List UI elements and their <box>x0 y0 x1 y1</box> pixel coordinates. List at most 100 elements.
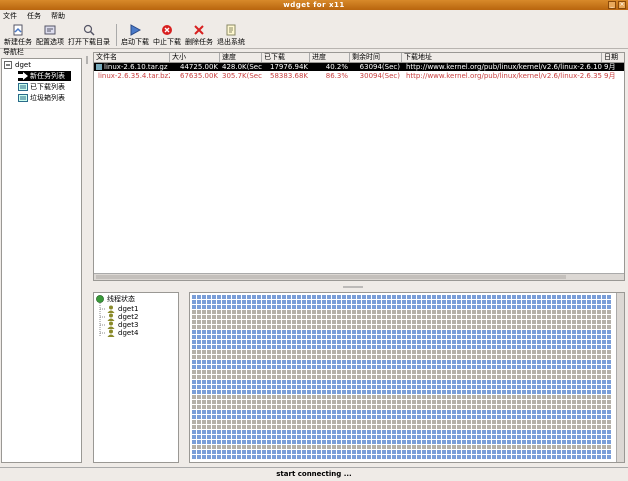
exit-button[interactable]: 退出系统 <box>217 22 245 48</box>
block-cell <box>477 375 481 379</box>
block-cell <box>527 380 531 384</box>
start-download-button[interactable]: 启动下载 <box>121 22 149 48</box>
block-cell <box>482 440 486 444</box>
block-cell <box>347 420 351 424</box>
block-cell <box>517 425 521 429</box>
block-cell <box>287 330 291 334</box>
block-cell <box>307 400 311 404</box>
nav-item-downloaded[interactable]: 已下载列表 <box>18 82 65 92</box>
block-cell <box>477 420 481 424</box>
block-cell <box>227 425 231 429</box>
block-cell <box>372 410 376 414</box>
block-cell <box>287 455 291 459</box>
block-cell <box>237 415 241 419</box>
menu-help[interactable]: 帮助 <box>51 11 65 21</box>
col-date[interactable]: 日期 <box>602 53 624 62</box>
block-cell <box>552 410 556 414</box>
expand-icon[interactable] <box>3 61 13 69</box>
grid-vscrollbar[interactable] <box>616 293 624 462</box>
block-cell <box>502 395 506 399</box>
stop-download-button[interactable]: 中止下载 <box>153 22 181 48</box>
block-cell <box>527 325 531 329</box>
block-cell <box>337 295 341 299</box>
block-cell <box>237 330 241 334</box>
thread-root[interactable]: 线程状态 <box>95 294 135 304</box>
block-cell <box>437 455 441 459</box>
block-cell <box>212 320 216 324</box>
block-cell <box>412 415 416 419</box>
block-cell <box>287 435 291 439</box>
block-cell <box>207 355 211 359</box>
block-cell <box>432 305 436 309</box>
menu-task[interactable]: 任务 <box>27 11 41 21</box>
block-cell <box>532 360 536 364</box>
block-cell <box>372 315 376 319</box>
block-cell <box>552 325 556 329</box>
block-cell <box>287 335 291 339</box>
block-cell <box>592 400 596 404</box>
block-cell <box>472 390 476 394</box>
vertical-splitter[interactable] <box>84 48 90 463</box>
block-cell <box>547 310 551 314</box>
block-cell <box>482 300 486 304</box>
block-cell <box>387 355 391 359</box>
block-cell <box>502 365 506 369</box>
block-cell <box>417 300 421 304</box>
horizontal-splitter[interactable] <box>93 283 625 291</box>
block-cell <box>552 395 556 399</box>
block-cell <box>382 395 386 399</box>
block-cell <box>582 390 586 394</box>
block-cell <box>277 450 281 454</box>
block-cell <box>547 335 551 339</box>
col-remaining[interactable]: 剩余时间 <box>350 53 402 62</box>
menu-file[interactable]: 文件 <box>3 11 17 21</box>
table-hscrollbar[interactable] <box>94 273 624 280</box>
block-cell <box>422 450 426 454</box>
new-task-button[interactable]: 新建任务 <box>4 22 32 48</box>
nav-item-trash[interactable]: 垃圾箱列表 <box>18 93 65 103</box>
block-cell <box>332 295 336 299</box>
block-cell <box>437 440 441 444</box>
col-downloaded[interactable]: 已下载 <box>262 53 310 62</box>
block-cell <box>527 295 531 299</box>
block-cell <box>307 405 311 409</box>
block-cell <box>417 355 421 359</box>
block-cell <box>227 395 231 399</box>
nav-item-new-tasks[interactable]: 新任务列表 <box>18 71 71 81</box>
col-size[interactable]: 大小 <box>170 53 220 62</box>
block-cell <box>347 450 351 454</box>
col-url[interactable]: 下载地址 <box>402 53 602 62</box>
minimize-button[interactable]: _ <box>608 1 616 9</box>
col-progress[interactable]: 进度 <box>310 53 350 62</box>
table-row[interactable]: linux-2.6.10.tar.gz 44725.00K 428.0K(Sec… <box>94 63 624 71</box>
col-speed[interactable]: 速度 <box>220 53 262 62</box>
block-cell <box>437 305 441 309</box>
block-cell <box>207 295 211 299</box>
thread-item[interactable]: dget4 <box>106 328 138 338</box>
block-cell <box>357 375 361 379</box>
block-cell <box>497 305 501 309</box>
block-cell <box>597 380 601 384</box>
cell-date: 9月 <box>604 63 616 71</box>
nav-root[interactable]: dget <box>3 60 31 70</box>
block-cell <box>282 395 286 399</box>
open-folder-button[interactable]: 打开下载目录 <box>68 22 110 48</box>
delete-task-button[interactable]: 删除任务 <box>185 22 213 48</box>
block-cell <box>277 385 281 389</box>
block-cell <box>322 320 326 324</box>
config-button[interactable]: 配置选项 <box>36 22 64 48</box>
scrollbar-thumb[interactable] <box>96 275 566 279</box>
block-cell <box>402 380 406 384</box>
table-row[interactable]: linux-2.6.35.4.tar.bz2 67635.00K 305.7K(… <box>94 72 624 80</box>
block-cell <box>512 435 516 439</box>
block-cell <box>572 430 576 434</box>
block-cell <box>202 425 206 429</box>
col-filename[interactable]: 文件名 <box>94 53 170 62</box>
block-cell <box>487 385 491 389</box>
block-cell <box>397 395 401 399</box>
block-cell <box>487 295 491 299</box>
block-cell <box>442 420 446 424</box>
block-cell <box>352 340 356 344</box>
close-window-button[interactable]: × <box>618 1 626 9</box>
block-cell <box>422 340 426 344</box>
